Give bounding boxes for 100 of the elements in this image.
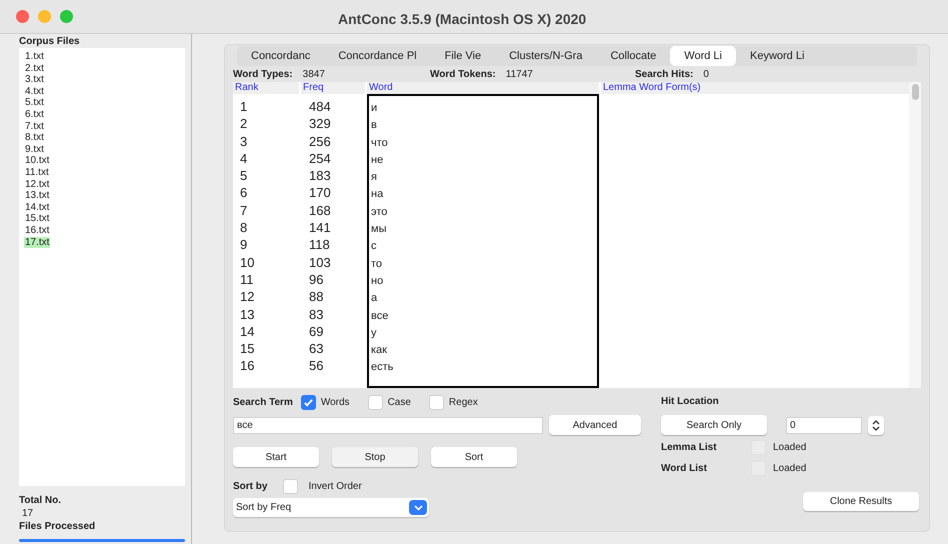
table-cell-text: 484	[308, 98, 332, 116]
file-item[interactable]: 13.txt	[24, 190, 50, 202]
table-cell-text: 12	[239, 288, 256, 306]
stat-value: 3847	[302, 68, 325, 82]
file-item[interactable]: 6.txt	[24, 108, 45, 121]
column-header[interactable]: Word	[367, 82, 599, 94]
hit-location-label: Hit Location	[661, 395, 720, 409]
tab[interactable]: Concordance Pl	[324, 46, 431, 66]
action-button[interactable]: Sort	[431, 447, 517, 467]
table-cell-text: 2	[239, 115, 248, 133]
table-cell-text: 13	[239, 306, 256, 323]
loaded-label: Loaded	[773, 462, 806, 476]
table-cell-text: 3	[239, 132, 248, 150]
table-cell-text: 63	[308, 340, 324, 358]
table-cell-text: то	[370, 256, 384, 272]
total-value: 17	[21, 507, 34, 520]
chevron-down-icon	[409, 500, 427, 515]
processed-label: Files Processed	[19, 520, 96, 533]
column-header[interactable]: Lemma Word Form(s)	[601, 82, 909, 94]
table-cell-text: 168	[308, 202, 332, 220]
table-cell-text: 170	[308, 184, 332, 202]
option-label: Case	[388, 396, 411, 410]
file-item[interactable]: 15.txt	[24, 213, 50, 225]
file-item[interactable]: 9.txt	[24, 144, 45, 156]
file-item[interactable]: 5.txt	[24, 97, 45, 109]
file-item[interactable]: 8.txt	[24, 132, 45, 144]
table-cell-text: 83	[308, 306, 324, 323]
tab[interactable]: Word Li	[670, 46, 736, 66]
table-cell-text: что	[370, 136, 389, 151]
column-header[interactable]: Rank	[233, 82, 299, 94]
table-cell-text: 7	[239, 202, 248, 220]
table-cell-text: 88	[308, 288, 324, 306]
list-label: Lemma List	[661, 441, 718, 455]
file-item[interactable]: 2.txt	[24, 62, 45, 74]
sidebar-heading: Corpus Files	[19, 36, 81, 48]
tab[interactable]: Keyword Li	[736, 46, 818, 66]
minimize-button[interactable]	[38, 10, 51, 23]
file-item[interactable]: 12.txt	[24, 178, 50, 190]
close-button[interactable]	[16, 10, 29, 23]
file-item[interactable]: 1.txt	[24, 51, 45, 63]
stat-label: Search Hits:	[635, 68, 694, 82]
action-button[interactable]: Start	[233, 447, 319, 467]
file-item[interactable]: 14.txt	[24, 202, 50, 214]
file-item[interactable]: 3.txt	[24, 74, 45, 86]
table-cell-text: все	[370, 308, 390, 324]
table-cell-text: мы	[370, 222, 388, 238]
check-icon	[302, 396, 314, 408]
checkbox[interactable]	[368, 394, 383, 410]
hit-location-field[interactable]: 0	[786, 416, 862, 434]
table-cell-text: 183	[308, 167, 332, 184]
sort-by-label: Sort by	[233, 480, 268, 494]
file-item[interactable]: 16.txt	[24, 224, 50, 236]
tab[interactable]: Clusters/N-Gra	[495, 46, 596, 66]
table-cell-text: в	[370, 118, 378, 134]
file-item[interactable]: 17.txt	[24, 236, 50, 248]
table-cell-text: 11	[239, 270, 254, 288]
table-cell-text: 69	[308, 322, 324, 340]
checkbox[interactable]	[300, 394, 316, 410]
maximize-button[interactable]	[60, 10, 73, 23]
checkbox[interactable]	[428, 394, 444, 410]
tab[interactable]: Collocate	[596, 46, 670, 66]
scroll-thumb[interactable]	[912, 84, 918, 100]
file-item[interactable]: 4.txt	[24, 86, 45, 98]
table-cell-text: а	[370, 291, 378, 306]
file-item[interactable]: 7.txt	[24, 120, 45, 132]
tab[interactable]: Concordanc	[237, 46, 324, 66]
file-item[interactable]: 11.txt	[24, 166, 50, 179]
stat-value: 0	[703, 68, 709, 82]
table-cell-text: 256	[308, 132, 332, 150]
table-cell-text: 56	[308, 357, 324, 375]
scrollbar[interactable]	[909, 82, 921, 388]
search-only-button[interactable]: Search Only	[661, 415, 767, 435]
search-field[interactable]: все	[233, 416, 543, 434]
table-cell-text: с	[370, 239, 378, 254]
table-cell-text: 8	[239, 219, 248, 236]
file-item[interactable]: 10.txt	[24, 155, 50, 167]
tab[interactable]: File Vie	[430, 46, 496, 66]
table-cell-text: 329	[308, 115, 332, 133]
sort-dropdown[interactable]: Sort by Freq	[233, 498, 429, 517]
stepper-icon[interactable]	[868, 416, 884, 434]
table-cell-text: 10	[239, 254, 256, 271]
checkbox[interactable]	[283, 478, 298, 494]
invert-order-label: Invert Order	[308, 480, 362, 494]
column-header[interactable]: Freq	[301, 82, 365, 94]
table-cell-text: 16	[239, 357, 256, 375]
table-cell-text: на	[370, 187, 384, 202]
table-cell-text: есть	[370, 360, 394, 376]
table-cell-text: 118	[308, 236, 331, 254]
table-cell-text: 6	[239, 184, 248, 202]
advanced-button[interactable]: Advanced	[549, 415, 641, 435]
table-cell-text: у	[370, 326, 378, 341]
clone-results-button[interactable]: Clone Results	[803, 492, 919, 511]
table-cell-text: 254	[308, 150, 332, 168]
table-cell-text: 9	[239, 236, 248, 254]
stat-label: Word Types:	[233, 68, 293, 82]
table-cell-text: как	[370, 343, 388, 358]
table-cell-text: 4	[239, 150, 248, 168]
action-button[interactable]: Stop	[332, 447, 418, 467]
loaded-label: Loaded	[773, 441, 806, 455]
table-cell-text: это	[370, 204, 388, 220]
